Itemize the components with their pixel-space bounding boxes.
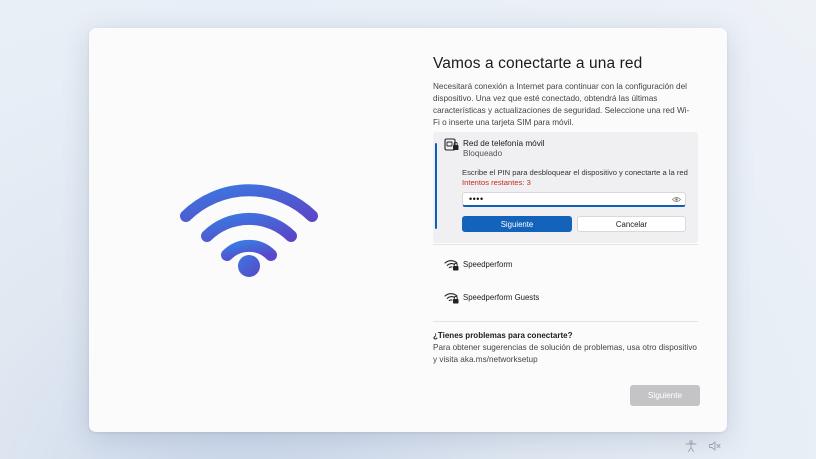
pin-instructions: Escribe el PIN para desbloquear el dispo… (462, 168, 688, 177)
wifi-lock-icon (444, 260, 459, 271)
network-status: Bloqueado (463, 149, 503, 158)
network-item-speedperform-guests[interactable]: Speedperform Guests (436, 284, 696, 312)
pin-cancel-button[interactable]: Cancelar (577, 216, 686, 232)
next-button[interactable]: Siguiente (630, 385, 700, 406)
sim-card-lock-icon (444, 138, 459, 151)
wifi-icon (180, 184, 318, 277)
page-description: Necesitará conexión a Internet para cont… (433, 82, 690, 127)
page-title: Vamos a conectarte a una red (433, 55, 643, 72)
divider (433, 321, 698, 322)
wifi-lock-icon (444, 293, 459, 304)
pin-value: •••• (469, 194, 484, 204)
volume-mute-icon[interactable] (708, 440, 722, 452)
help-text: Para obtener sugerencias de solución de … (433, 343, 697, 364)
help-title: ¿Tienes problemas para conectarte? (433, 331, 573, 340)
pin-input[interactable]: •••• (462, 192, 686, 207)
accessibility-icon[interactable] (684, 440, 698, 452)
pin-attempts-remaining: Intentos restantes: 3 (462, 178, 531, 187)
pin-next-button[interactable]: Siguiente (462, 216, 572, 232)
network-item-speedperform[interactable]: Speedperform (436, 251, 696, 279)
reveal-password-icon[interactable] (672, 196, 681, 203)
selection-indicator (435, 143, 437, 229)
network-name: Red de telefonía móvil (463, 139, 545, 148)
network-name: Speedperform (463, 260, 513, 269)
divider (433, 244, 698, 245)
network-name: Speedperform Guests (463, 293, 540, 302)
